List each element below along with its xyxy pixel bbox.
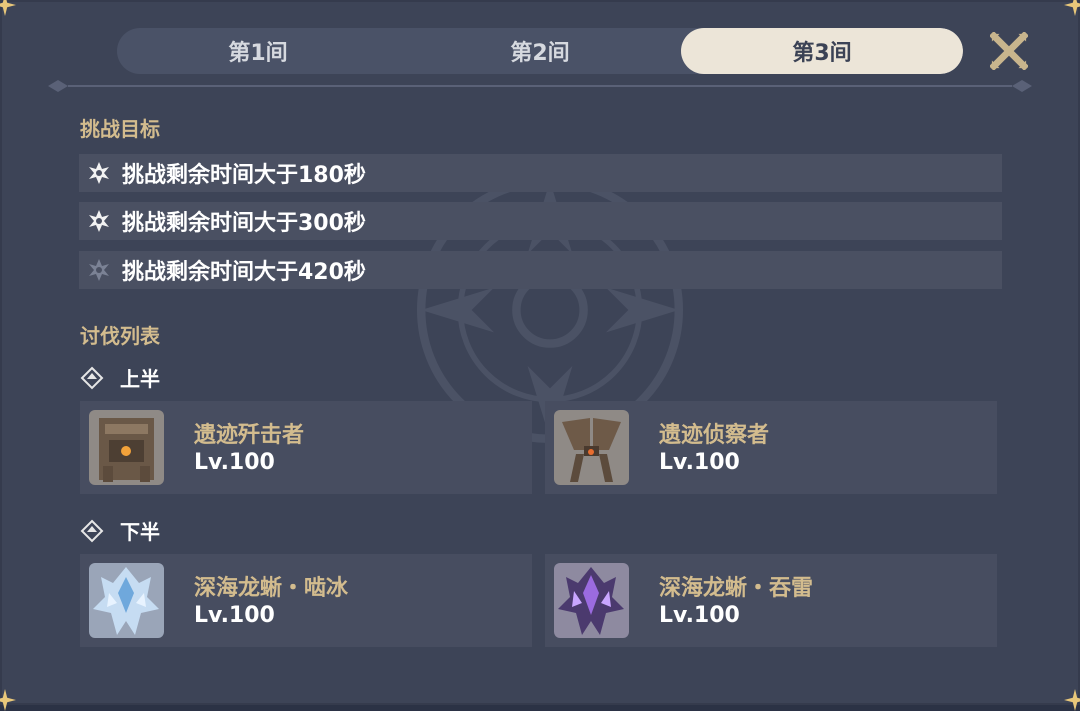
goal-row: 挑战剩余时间大于180秒 bbox=[79, 154, 1002, 192]
enemy-level: Lv.100 bbox=[194, 603, 275, 628]
enemy-level: Lv.100 bbox=[659, 603, 740, 628]
goals-section-title: 挑战目标 bbox=[80, 117, 160, 141]
goal-text: 挑战剩余时间大于420秒 bbox=[122, 260, 366, 285]
enemy-level: Lv.100 bbox=[659, 450, 740, 475]
ruin-destroyer-portrait bbox=[89, 410, 164, 485]
corner-star-icon bbox=[1064, 689, 1080, 711]
goal-row: 挑战剩余时间大于300秒 bbox=[79, 202, 1002, 240]
second-half-label: 下半 bbox=[80, 516, 160, 545]
corner-star-icon bbox=[0, 689, 16, 711]
goal-text: 挑战剩余时间大于300秒 bbox=[122, 211, 366, 236]
chamber-tabs: 第1间 第2间 第3间 bbox=[117, 28, 963, 74]
diamond-icon bbox=[80, 519, 104, 542]
enemy-name: 遗迹歼击者 bbox=[194, 423, 305, 448]
close-x-icon[interactable] bbox=[990, 32, 1028, 70]
corner-star-icon bbox=[1064, 0, 1080, 16]
ruin-scout-portrait bbox=[554, 410, 629, 485]
tab-chamber-1[interactable]: 第1间 bbox=[117, 28, 399, 74]
cryo-bathysmal-vishap-portrait bbox=[89, 563, 164, 638]
enemy-name: 深海龙蜥・吞雷 bbox=[659, 576, 814, 601]
diamond-icon bbox=[80, 366, 104, 389]
enemy-card[interactable]: 遗迹侦察者 Lv.100 bbox=[545, 401, 997, 494]
enemy-name: 深海龙蜥・啮冰 bbox=[194, 576, 349, 601]
enemy-card[interactable]: 遗迹歼击者 Lv.100 bbox=[80, 401, 532, 494]
abyss-star-filled-icon bbox=[89, 210, 109, 232]
abyss-star-empty-icon bbox=[89, 259, 109, 281]
ornamental-divider bbox=[48, 80, 1032, 92]
tab-chamber-2[interactable]: 第2间 bbox=[399, 28, 681, 74]
enemies-section-title: 讨伐列表 bbox=[80, 324, 160, 348]
abyss-star-filled-icon bbox=[89, 162, 109, 184]
tab-chamber-3[interactable]: 第3间 bbox=[681, 28, 963, 74]
electro-bathysmal-vishap-portrait bbox=[554, 563, 629, 638]
abyss-floor-panel: 第1间 第2间 第3间 挑战目标 挑战剩余时间大于180秒 挑战剩余时间大于30… bbox=[0, 0, 1080, 711]
enemy-card[interactable]: 深海龙蜥・吞雷 Lv.100 bbox=[545, 554, 997, 647]
goal-row: 挑战剩余时间大于420秒 bbox=[79, 251, 1002, 289]
enemy-card[interactable]: 深海龙蜥・啮冰 Lv.100 bbox=[80, 554, 532, 647]
enemy-level: Lv.100 bbox=[194, 450, 275, 475]
corner-star-icon bbox=[0, 0, 16, 16]
first-half-label: 上半 bbox=[80, 363, 160, 392]
goal-text: 挑战剩余时间大于180秒 bbox=[122, 163, 366, 188]
enemy-name: 遗迹侦察者 bbox=[659, 423, 770, 448]
